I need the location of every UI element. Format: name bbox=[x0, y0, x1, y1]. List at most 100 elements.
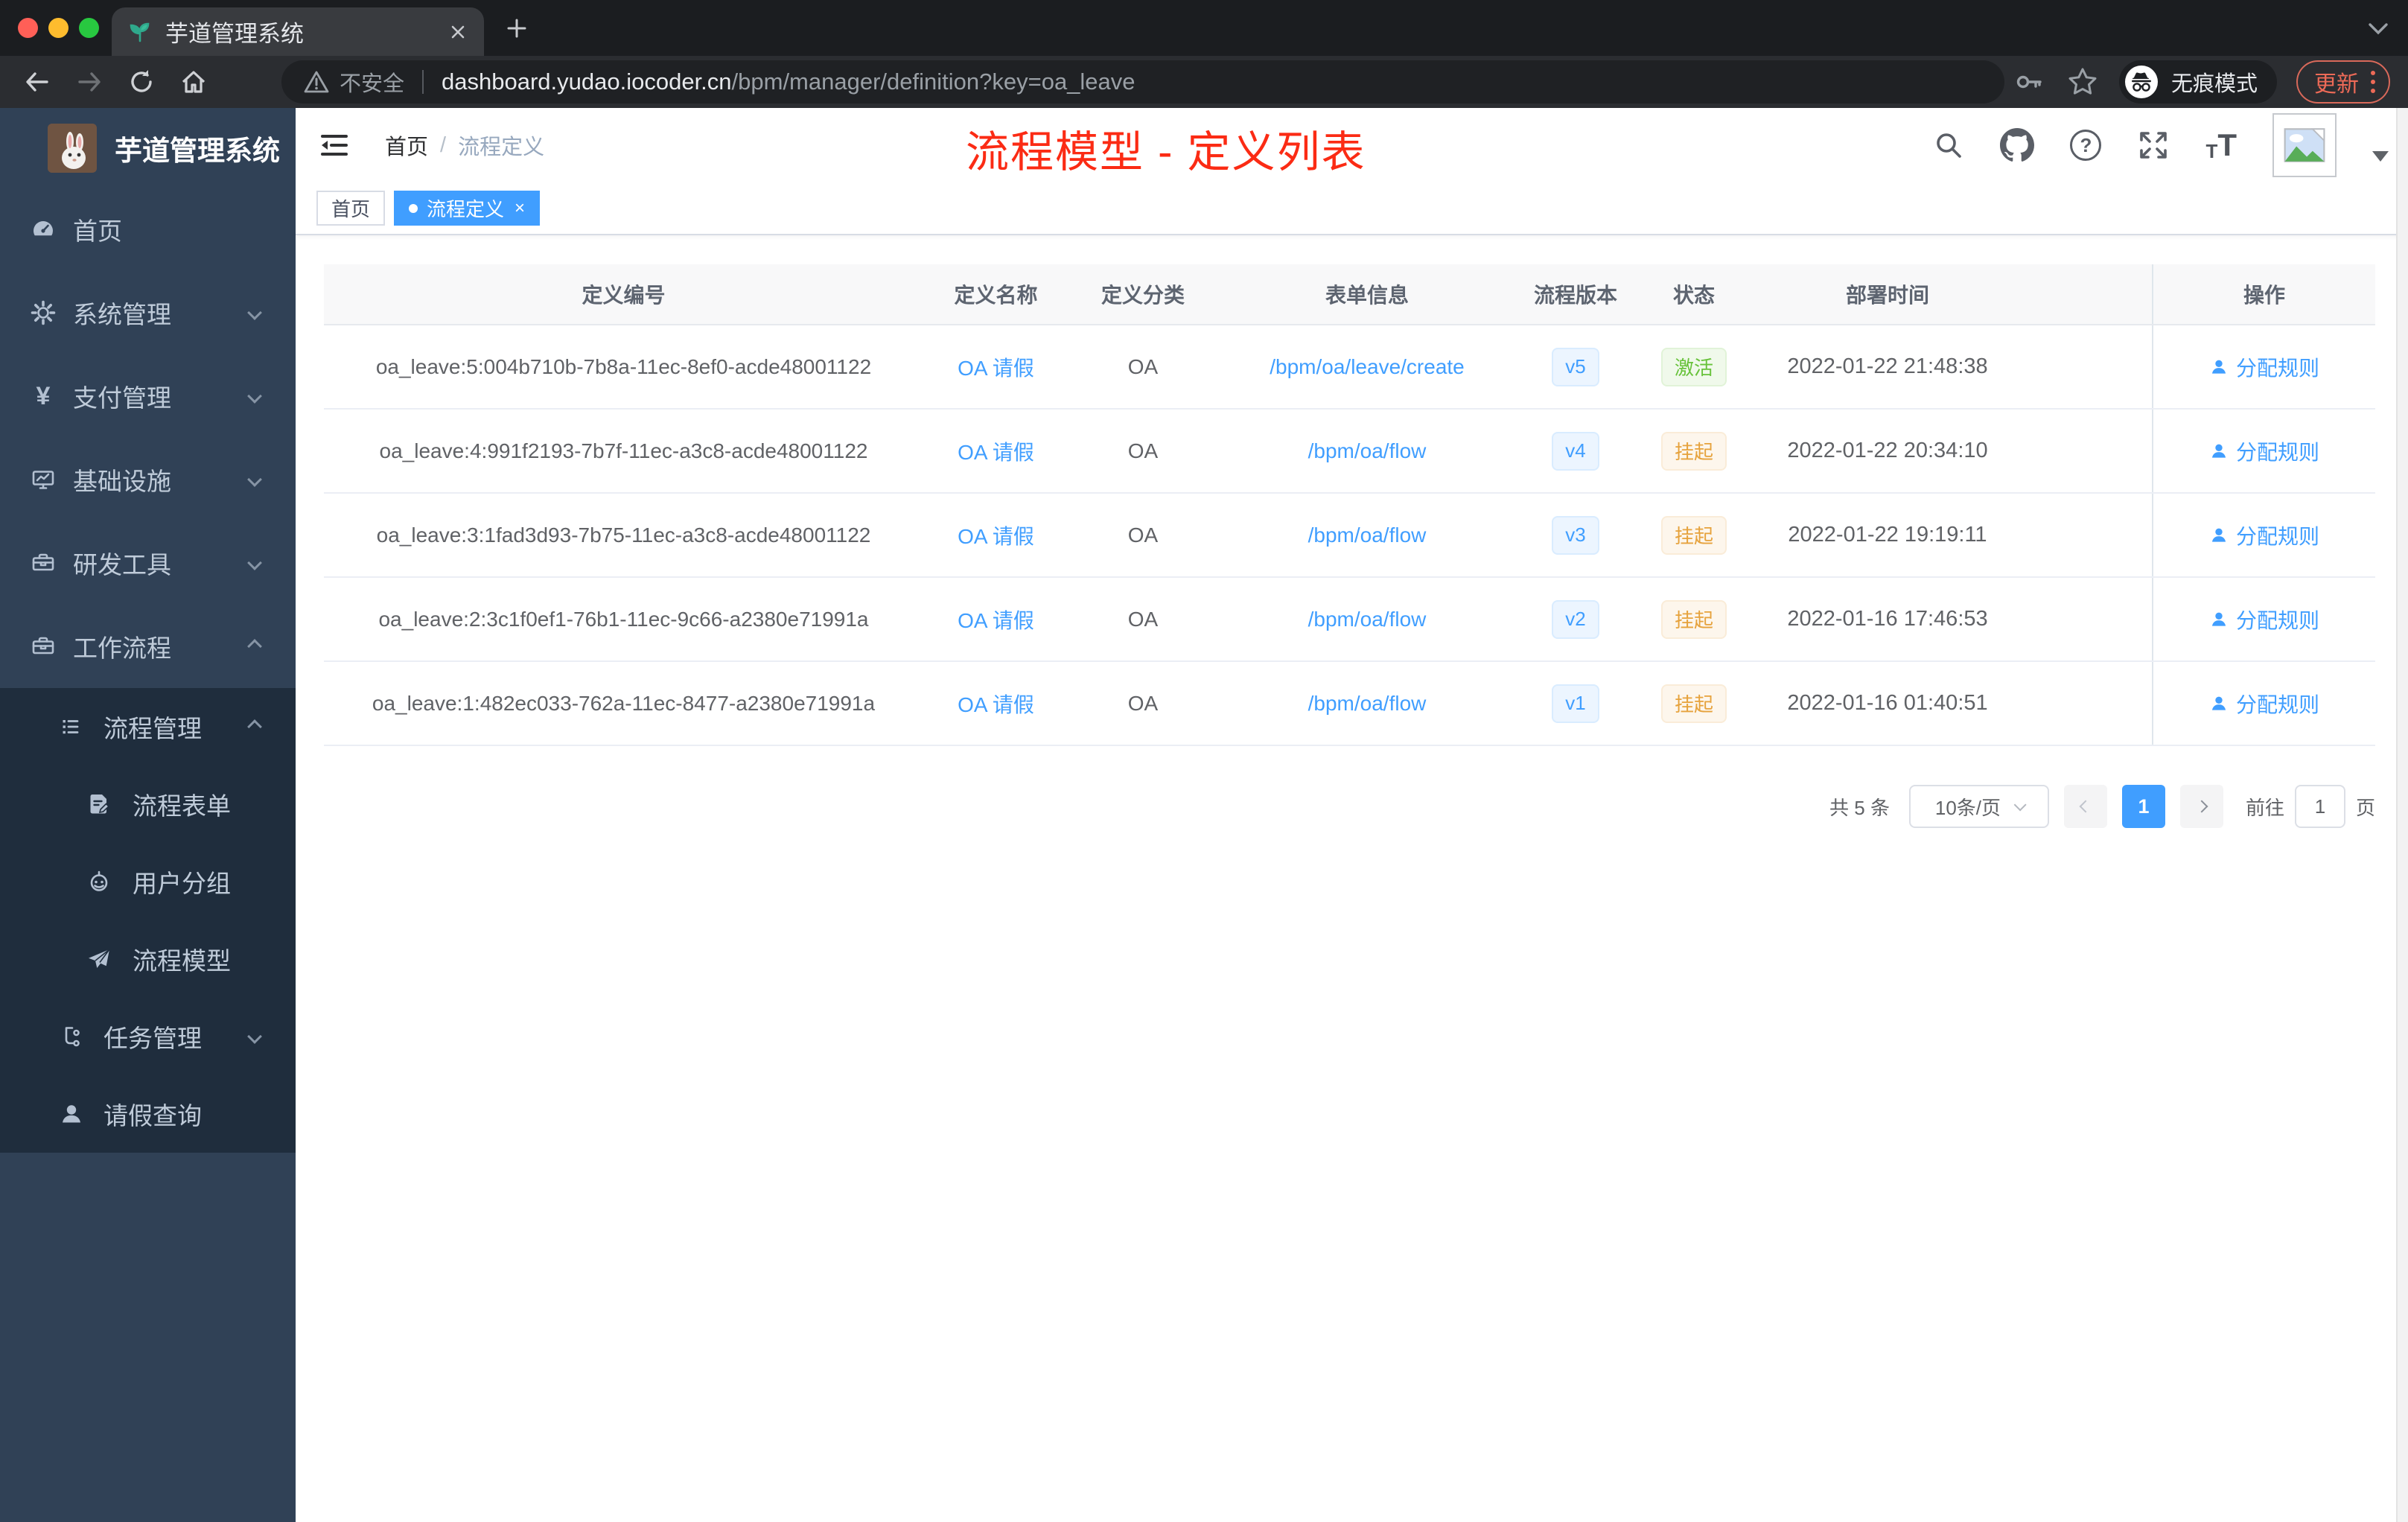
font-size-icon[interactable]: TT bbox=[2205, 130, 2237, 162]
minimize-window-button[interactable] bbox=[48, 18, 69, 38]
deploy-time: 2022-01-16 17:46:53 bbox=[1787, 607, 1988, 631]
definition-id: oa_leave:5:004b710b-7b8a-11ec-8ef0-acde4… bbox=[375, 354, 872, 378]
sidebar-item-任务管理[interactable]: 任务管理 bbox=[0, 998, 296, 1075]
definition-name-link[interactable]: OA 请假 bbox=[923, 410, 1068, 492]
definition-name-link[interactable]: OA 请假 bbox=[923, 494, 1068, 576]
tag-process-definition[interactable]: 流程定义 bbox=[394, 191, 541, 226]
sidebar-item-支付管理[interactable]: ¥ 支付管理 bbox=[0, 354, 296, 438]
row-spacer bbox=[2022, 325, 2152, 408]
form-info-link[interactable]: /bpm/oa/flow bbox=[1217, 494, 1517, 576]
sidebar-collapse-icon[interactable] bbox=[318, 130, 351, 160]
tab-close-icon[interactable] bbox=[448, 22, 468, 42]
avatar[interactable] bbox=[2272, 113, 2337, 177]
version-tag: v2 bbox=[1517, 578, 1634, 660]
prev-page-button[interactable] bbox=[2063, 785, 2107, 828]
chevron-right-icon bbox=[2195, 800, 2208, 813]
avatar-dropdown-caret-icon[interactable] bbox=[2372, 151, 2389, 162]
security-label[interactable]: 不安全 bbox=[340, 66, 404, 98]
definition-name-link[interactable]: OA 请假 bbox=[923, 578, 1068, 660]
table-header-row: 定义编号 定义名称 定义分类 表单信息 流程版本 状态 部署时间 操作 bbox=[324, 264, 2375, 325]
chevron-down-icon bbox=[247, 1029, 262, 1044]
sidebar: 芋道管理系统 首页 系统管理 ¥ 支付管理 基础设施 研发工具 工作流程 流程管理流程表单用… bbox=[0, 108, 296, 1522]
sidebar-item-首页[interactable]: 首页 bbox=[0, 188, 296, 271]
maximize-window-button[interactable] bbox=[79, 18, 99, 38]
definition-category: OA bbox=[1127, 439, 1159, 462]
home-icon[interactable] bbox=[179, 67, 208, 97]
sidebar-item-基础设施[interactable]: 基础设施 bbox=[0, 438, 296, 521]
url-path[interactable]: /bpm/manager/definition?key=oa_leave bbox=[732, 69, 1135, 95]
definition-name-link[interactable]: OA 请假 bbox=[923, 662, 1068, 745]
sidebar-item-用户分组[interactable]: 用户分组 bbox=[0, 843, 296, 920]
definition-name-link[interactable]: OA 请假 bbox=[923, 325, 1068, 408]
close-window-button[interactable] bbox=[18, 18, 38, 38]
fullscreen-icon[interactable] bbox=[2137, 129, 2170, 162]
definition-table: 定义编号 定义名称 定义分类 表单信息 流程版本 状态 部署时间 操作 oa_leave:5:… bbox=[324, 264, 2375, 746]
browser-menu-kebab-icon[interactable] bbox=[2371, 71, 2375, 93]
assign-rule-link[interactable]: 分配规则 bbox=[2152, 662, 2375, 745]
table-row: oa_leave:2:3c1f0ef1-76b1-11ec-9c66-a2380… bbox=[324, 578, 2375, 662]
chevron-down-icon bbox=[247, 555, 262, 570]
sidebar-item-label: 用户分组 bbox=[133, 870, 231, 897]
table-row: oa_leave:1:482ec033-762a-11ec-8477-a2380… bbox=[324, 662, 2375, 746]
search-icon[interactable] bbox=[1933, 130, 1964, 161]
form-info-link[interactable]: /bpm/oa/flow bbox=[1217, 410, 1517, 492]
favicon-sprout-icon bbox=[128, 20, 152, 44]
form-info-link[interactable]: /bpm/oa/leave/create bbox=[1217, 325, 1517, 408]
tab-title: 芋道管理系统 bbox=[165, 21, 304, 47]
assign-rule-link[interactable]: 分配规则 bbox=[2152, 494, 2375, 576]
sidebar-item-流程管理[interactable]: 流程管理 bbox=[0, 688, 296, 765]
browser-tab[interactable]: 芋道管理系统 bbox=[112, 7, 484, 56]
browser-tab-strip: 芋道管理系统 bbox=[0, 0, 2408, 56]
tag-home[interactable]: 首页 bbox=[316, 191, 386, 226]
github-icon[interactable] bbox=[2000, 128, 2035, 162]
yen-icon: ¥ bbox=[36, 381, 51, 410]
chevron-down-icon bbox=[247, 305, 262, 320]
sidebar-item-研发工具[interactable]: 研发工具 bbox=[0, 521, 296, 605]
page-size-select[interactable]: 10条/页 bbox=[1908, 785, 2049, 828]
breadcrumb-home[interactable]: 首页 bbox=[385, 130, 428, 161]
assign-rule-link[interactable]: 分配规则 bbox=[2152, 410, 2375, 492]
sidebar-item-工作流程[interactable]: 工作流程 bbox=[0, 605, 296, 688]
assign-rule-link[interactable]: 分配规则 bbox=[2152, 578, 2375, 660]
back-icon[interactable] bbox=[22, 67, 52, 97]
table-row: oa_leave:4:991f2193-7b7f-11ec-a3c8-acde4… bbox=[324, 410, 2375, 494]
sidebar-item-请假查询[interactable]: 请假查询 bbox=[0, 1075, 296, 1153]
app-logo-row[interactable]: 芋道管理系统 bbox=[0, 108, 296, 188]
definition-category: OA bbox=[1127, 354, 1159, 378]
deploy-time: 2022-01-22 20:34:10 bbox=[1787, 439, 1988, 462]
forward-icon[interactable] bbox=[74, 67, 104, 97]
annotation-title: 流程模型 - 定义列表 bbox=[966, 128, 1366, 176]
form-info-link[interactable]: /bpm/oa/flow bbox=[1217, 578, 1517, 660]
logo-rabbit-avatar bbox=[48, 123, 97, 173]
page-number-button[interactable]: 1 bbox=[2121, 785, 2165, 828]
reload-icon[interactable] bbox=[127, 67, 156, 97]
sidebar-item-系统管理[interactable]: 系统管理 bbox=[0, 271, 296, 354]
version-tag: v5 bbox=[1517, 325, 1634, 408]
next-page-button[interactable] bbox=[2179, 785, 2223, 828]
password-key-icon[interactable] bbox=[2013, 66, 2045, 98]
tag-close-icon[interactable] bbox=[515, 200, 525, 217]
sidebar-menu: 首页 系统管理 ¥ 支付管理 基础设施 研发工具 工作流程 流程管理流程表单用户分组流程模型… bbox=[0, 188, 296, 1153]
bookmark-star-icon[interactable] bbox=[2067, 66, 2098, 98]
tab-search-chevron-icon[interactable] bbox=[2368, 22, 2389, 36]
url-bar[interactable]: 不安全 dashboard.yudao.iocoder.cn/bpm/manag… bbox=[281, 60, 2004, 104]
form-info-link[interactable]: /bpm/oa/flow bbox=[1217, 662, 1517, 745]
security-warning-icon[interactable] bbox=[304, 70, 329, 94]
chevron-down-icon bbox=[247, 472, 262, 487]
new-tab-icon[interactable] bbox=[505, 16, 529, 40]
chrome-update-button[interactable]: 更新 bbox=[2296, 60, 2390, 104]
page-scrollbar[interactable] bbox=[2396, 108, 2408, 1522]
help-icon[interactable]: ? bbox=[2070, 130, 2102, 161]
deploy-time: 2022-01-22 19:19:11 bbox=[1788, 523, 1987, 547]
sidebar-item-label: 流程表单 bbox=[133, 792, 231, 820]
column-header-状态: 状态 bbox=[1672, 284, 1715, 307]
pagination-total: 共 5 条 bbox=[1829, 796, 1890, 819]
person-icon bbox=[2209, 694, 2236, 713]
goto-page-input[interactable]: 1 bbox=[2294, 785, 2345, 828]
window-controls[interactable] bbox=[18, 18, 99, 38]
sidebar-item-流程表单[interactable]: 流程表单 bbox=[0, 765, 296, 843]
url-domain[interactable]: dashboard.yudao.iocoder.cn bbox=[442, 69, 732, 95]
assign-rule-link[interactable]: 分配规则 bbox=[2152, 325, 2375, 408]
sidebar-item-流程模型[interactable]: 流程模型 bbox=[0, 920, 296, 998]
chevron-up-icon bbox=[247, 639, 262, 654]
